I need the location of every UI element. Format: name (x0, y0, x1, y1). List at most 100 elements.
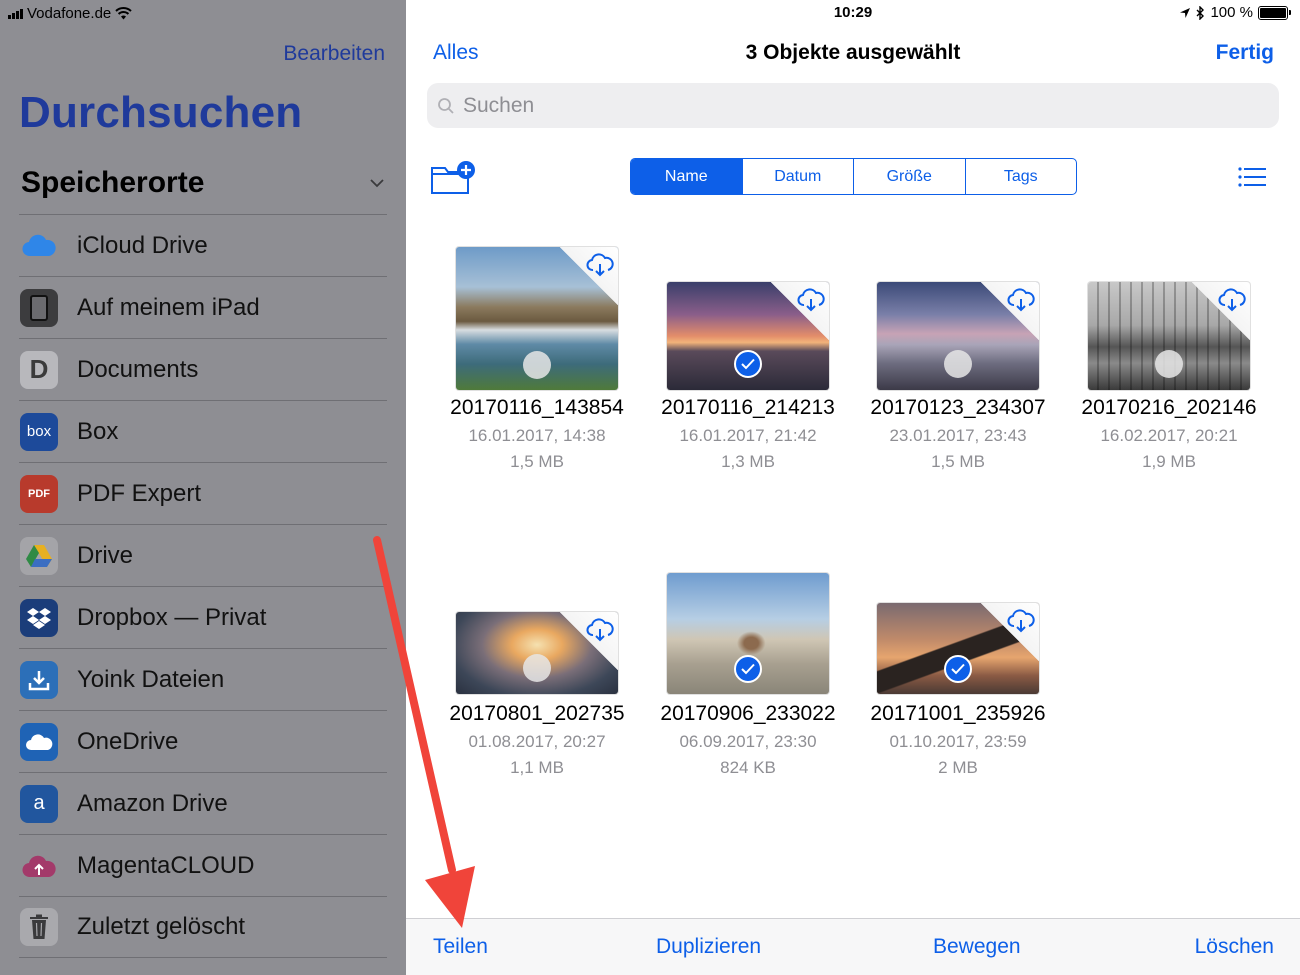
file-size: 1,9 MB (1142, 452, 1196, 471)
edit-button[interactable]: Bearbeiten (283, 42, 385, 66)
file-item[interactable]: 20170906_233022 06.09.2017, 23:30 824 KB (643, 570, 853, 785)
file-name: 20170123_234307 (870, 396, 1046, 419)
onedrive-icon (20, 722, 58, 761)
box-icon: box (20, 412, 58, 451)
nav-title: 3 Objekte ausgewählt (745, 41, 961, 64)
page-title: Durchsuchen (19, 88, 303, 137)
selection-checkmark[interactable] (944, 655, 972, 683)
sidebar-item-label: iCloud Drive (77, 231, 208, 259)
sidebar-item-label: Box (77, 417, 119, 445)
file-name: 20170801_202735 (449, 702, 625, 725)
file-date: 01.08.2017, 20:27 (468, 732, 606, 751)
file-size: 824 KB (720, 758, 776, 777)
status-bar-left: Vodafone.de (8, 5, 132, 22)
file-size: 1,1 MB (510, 758, 564, 777)
delete-button[interactable]: Löschen (1195, 935, 1274, 959)
new-folder-icon[interactable] (430, 160, 476, 196)
file-item[interactable]: 20170123_234307 23.01.2017, 23:43 1,5 MB (853, 244, 1063, 479)
sort-name[interactable]: Name (631, 159, 742, 194)
battery-icon (1258, 5, 1291, 20)
dropbox-icon (20, 598, 58, 637)
selection-circle[interactable] (523, 654, 551, 682)
file-date: 16.01.2017, 21:42 (679, 426, 817, 445)
wifi-icon (115, 7, 132, 20)
sidebar-item-label: Amazon Drive (77, 789, 228, 817)
file-date: 16.01.2017, 14:38 (468, 426, 606, 445)
selection-circle[interactable] (944, 350, 972, 378)
file-date: 23.01.2017, 23:43 (889, 426, 1027, 445)
sidebar-item-magentacloud[interactable]: MagentaCLOUD (19, 834, 387, 896)
share-button[interactable]: Teilen (433, 935, 488, 959)
documents-icon: D (20, 350, 58, 389)
file-item[interactable]: 20170116_143854 16.01.2017, 14:38 1,5 MB (432, 244, 642, 479)
cloud-download-icon (586, 253, 614, 277)
battery-percent: 100 % (1210, 4, 1253, 21)
checkmark-icon (741, 663, 755, 675)
cloud-download-icon (1007, 288, 1035, 312)
file-thumbnail (877, 603, 1039, 694)
sidebar-item-dropbox[interactable]: Dropbox — Privat (19, 586, 387, 648)
file-item[interactable]: 20170216_202146 16.02.2017, 20:21 1,9 MB (1064, 244, 1274, 479)
sidebar-item-label: Zuletzt gelöscht (77, 913, 246, 940)
checkmark-icon (741, 358, 755, 370)
cloud-download-icon (1007, 609, 1035, 633)
move-button[interactable]: Bewegen (933, 935, 1021, 959)
file-name: 20170216_202146 (1081, 396, 1257, 419)
status-bar-right: 100 % (1179, 4, 1291, 21)
selection-circle[interactable] (523, 351, 551, 379)
locations-section-title[interactable]: Speicherorte (21, 166, 204, 200)
sidebar-item-icloud-drive[interactable]: iCloud Drive (19, 214, 387, 276)
sidebar-item-pdf-expert[interactable]: PDF PDF Expert (19, 462, 387, 524)
file-size: 1,3 MB (721, 452, 775, 471)
sort-size[interactable]: Größe (853, 159, 965, 194)
file-browser: 10:29 100 % Alles 3 Objekte ausgewählt F… (406, 0, 1300, 975)
ipad-icon (20, 288, 58, 327)
sidebar-item-drive[interactable]: Drive (19, 524, 387, 586)
file-item[interactable]: 20170801_202735 01.08.2017, 20:27 1,1 MB (432, 570, 642, 785)
sidebar-item-label: Documents (77, 355, 199, 383)
selection-checkmark[interactable] (734, 350, 762, 378)
sidebar-item-on-my-ipad[interactable]: Auf meinem iPad (19, 276, 387, 338)
sidebar-item-label: MagentaCLOUD (77, 851, 255, 879)
chevron-down-icon[interactable] (370, 176, 384, 190)
file-thumbnail (1088, 282, 1250, 390)
cloud-download-icon (586, 618, 614, 642)
sidebar-item-recently-deleted[interactable]: Zuletzt gelöscht (19, 896, 387, 958)
search-field[interactable] (427, 83, 1279, 128)
file-thumbnail (667, 573, 829, 694)
list-view-icon[interactable] (1238, 167, 1266, 187)
trash-icon (20, 908, 58, 946)
pdf-expert-icon: PDF (20, 474, 58, 513)
amazon-drive-icon: a (20, 784, 58, 823)
sort-tags[interactable]: Tags (964, 159, 1077, 194)
duplicate-button[interactable]: Duplizieren (656, 935, 761, 959)
sort-segmented-control: Name Datum Größe Tags (630, 158, 1077, 195)
file-date: 01.10.2017, 23:59 (889, 732, 1027, 751)
file-name: 20170116_143854 (450, 396, 624, 419)
file-name: 20171001_235926 (870, 702, 1046, 725)
file-item[interactable]: 20171001_235926 01.10.2017, 23:59 2 MB (853, 570, 1063, 785)
sidebar-item-label: Auf meinem iPad (77, 293, 260, 321)
sort-date[interactable]: Datum (741, 159, 854, 194)
locations-list: iCloud Drive Auf meinem iPad D Documents… (19, 214, 387, 958)
done-button[interactable]: Fertig (1216, 41, 1274, 65)
yoink-icon (20, 660, 58, 699)
magentacloud-icon (20, 847, 58, 885)
location-icon (1180, 7, 1191, 18)
sidebar-item-onedrive[interactable]: OneDrive (19, 710, 387, 772)
sidebar-item-yoink[interactable]: Yoink Dateien (19, 648, 387, 710)
checkmark-icon (951, 663, 965, 675)
signal-strength-icon (8, 8, 23, 19)
bottom-toolbar: Teilen Duplizieren Bewegen Löschen (406, 918, 1300, 975)
selection-checkmark[interactable] (734, 655, 762, 683)
search-input[interactable] (463, 93, 1223, 118)
file-date: 06.09.2017, 23:30 (679, 732, 817, 751)
sidebar: Vodafone.de Bearbeiten Durchsuchen Speic… (0, 0, 406, 975)
sidebar-item-box[interactable]: box Box (19, 400, 387, 462)
selection-circle[interactable] (1155, 350, 1183, 378)
sidebar-item-amazon-drive[interactable]: a Amazon Drive (19, 772, 387, 834)
sidebar-item-label: PDF Expert (77, 479, 202, 507)
file-item[interactable]: 20170116_214213 16.01.2017, 21:42 1,3 MB (643, 244, 853, 479)
file-thumbnail (456, 247, 618, 390)
sidebar-item-documents[interactable]: D Documents (19, 338, 387, 400)
